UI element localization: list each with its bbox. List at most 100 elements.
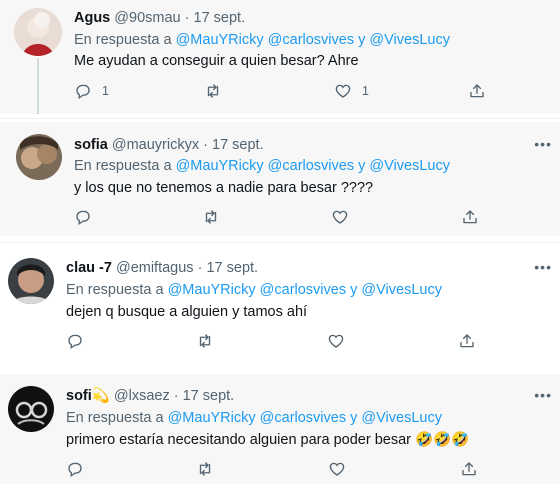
reply-icon	[68, 462, 82, 478]
like-count: 1	[362, 84, 369, 98]
mention-link[interactable]: @VivesLucy	[369, 158, 450, 174]
mention-link[interactable]: @MauYRicky	[176, 32, 264, 48]
mention-link[interactable]: @VivesLucy	[361, 282, 442, 298]
user-handle[interactable]: @90smau	[114, 10, 180, 26]
divider	[0, 118, 560, 119]
tweet-header: Agus @90smau · 17 sept.	[74, 9, 245, 27]
mention-join: y	[358, 158, 366, 174]
like-icon	[332, 210, 348, 224]
mention-link[interactable]: @carlosvives	[268, 32, 354, 48]
user-handle[interactable]: @lxsaez	[114, 388, 170, 404]
user-handle[interactable]: @emiftagus	[116, 260, 194, 276]
share-icon	[462, 462, 476, 476]
display-name[interactable]: sofia	[74, 137, 108, 153]
tweet-actions: 1 1	[74, 82, 494, 102]
tweet-actions	[66, 460, 486, 480]
tweet-header: sofi💫 @lxsaez · 17 sept.	[66, 387, 234, 405]
reply-prefix: En respuesta a	[66, 282, 164, 298]
reply-icon	[76, 210, 90, 226]
tweet-2[interactable]: sofia @mauyrickyx · 17 sept. ••• En resp…	[0, 122, 560, 236]
mention-link[interactable]: @carlosvives	[260, 410, 346, 426]
like-button[interactable]: 1	[334, 82, 369, 100]
retweet-button[interactable]	[202, 208, 230, 226]
more-options-button[interactable]: •••	[534, 259, 552, 275]
dot-separator: ·	[197, 260, 203, 276]
tweet-4[interactable]: sofi💫 @lxsaez · 17 sept. ••• En respuest…	[0, 374, 560, 484]
retweet-icon	[205, 210, 217, 224]
dot-separator: ·	[184, 10, 190, 26]
retweet-icon	[207, 84, 219, 98]
avatar[interactable]	[14, 8, 62, 56]
like-button[interactable]	[328, 460, 356, 478]
mention-link[interactable]: @MauYRicky	[168, 282, 256, 298]
reply-icon	[76, 84, 90, 100]
mention-join: y	[350, 410, 358, 426]
tweet-date[interactable]: 17 sept.	[212, 137, 264, 153]
avatar[interactable]	[16, 134, 62, 180]
display-name[interactable]: sofi	[66, 388, 92, 404]
share-button[interactable]	[461, 208, 479, 226]
reply-icon	[68, 334, 82, 350]
retweet-icon	[199, 462, 211, 476]
share-button[interactable]	[468, 82, 486, 100]
tweet-header: clau -7 @emiftagus · 17 sept.	[66, 259, 258, 277]
reply-button[interactable]	[66, 460, 94, 478]
tweet-3[interactable]: clau -7 @emiftagus · 17 sept. ••• En res…	[0, 244, 560, 372]
more-options-button[interactable]: •••	[534, 387, 552, 403]
tweet-header: sofia @mauyrickyx · 17 sept.	[74, 136, 264, 154]
display-name[interactable]: Agus	[74, 10, 110, 26]
tweet-text: y los que no tenemos a nadie para besar …	[74, 180, 374, 196]
share-icon	[470, 84, 484, 98]
like-icon	[329, 462, 345, 476]
mention-join: y	[350, 282, 358, 298]
retweet-button[interactable]	[196, 460, 224, 478]
tweet-date[interactable]: 17 sept.	[183, 388, 235, 404]
tweet-date[interactable]: 17 sept.	[206, 260, 258, 276]
retweet-button[interactable]	[196, 332, 224, 350]
share-button[interactable]	[460, 460, 478, 478]
tweet-text: Me ayudan a conseguir a quien besar? Ahr…	[74, 53, 359, 69]
tweet-date[interactable]: 17 sept.	[194, 10, 246, 26]
reply-context: En respuesta a @MauYRicky @carlosvives y…	[66, 281, 442, 299]
reply-context: En respuesta a @MauYRicky @carlosvives y…	[74, 157, 450, 175]
tweet-1[interactable]: Agus @90smau · 17 sept. En respuesta a @…	[0, 0, 560, 114]
retweet-button[interactable]	[204, 82, 232, 100]
reply-prefix: En respuesta a	[74, 32, 172, 48]
ellipsis-icon: •••	[534, 259, 552, 275]
dot-separator: ·	[203, 137, 208, 153]
thread-line	[37, 58, 39, 114]
like-icon	[335, 84, 351, 98]
tweet-actions	[66, 332, 486, 352]
like-icon	[328, 334, 344, 348]
like-button[interactable]	[327, 332, 355, 350]
tweet-actions	[74, 208, 494, 228]
reply-context: En respuesta a @MauYRicky @carlosvives y…	[66, 409, 442, 427]
reply-prefix: En respuesta a	[66, 410, 164, 426]
reply-prefix: En respuesta a	[74, 158, 172, 174]
mention-link[interactable]: @MauYRicky	[176, 158, 264, 174]
avatar[interactable]	[8, 258, 54, 304]
mention-link[interactable]: @VivesLucy	[361, 410, 442, 426]
mention-link[interactable]: @MauYRicky	[168, 410, 256, 426]
reply-button[interactable]	[74, 208, 102, 226]
mention-link[interactable]: @VivesLucy	[369, 32, 450, 48]
divider	[0, 242, 560, 243]
mention-link[interactable]: @carlosvives	[260, 282, 346, 298]
user-handle[interactable]: @mauyrickyx	[112, 137, 199, 153]
reply-context: En respuesta a @MauYRicky @carlosvives y…	[74, 31, 450, 49]
ellipsis-icon: •••	[534, 136, 552, 152]
retweet-icon	[199, 334, 211, 348]
dot-separator: ·	[173, 388, 179, 404]
tweet-text: dejen q busque a alguien y tamos ahí	[66, 304, 308, 320]
mention-link[interactable]: @carlosvives	[268, 158, 354, 174]
share-button[interactable]	[458, 332, 476, 350]
more-options-button[interactable]: •••	[534, 136, 552, 152]
like-button[interactable]	[331, 208, 359, 226]
reply-button[interactable]: 1	[74, 82, 109, 100]
tweet-text: primero estaría necesitando alguien para…	[66, 431, 469, 449]
avatar[interactable]	[8, 386, 54, 432]
display-name[interactable]: clau -7	[66, 260, 112, 276]
reply-button[interactable]	[66, 332, 94, 350]
tweet-text-content: primero estaría necesitando alguien para…	[66, 432, 411, 448]
share-icon	[463, 210, 477, 224]
